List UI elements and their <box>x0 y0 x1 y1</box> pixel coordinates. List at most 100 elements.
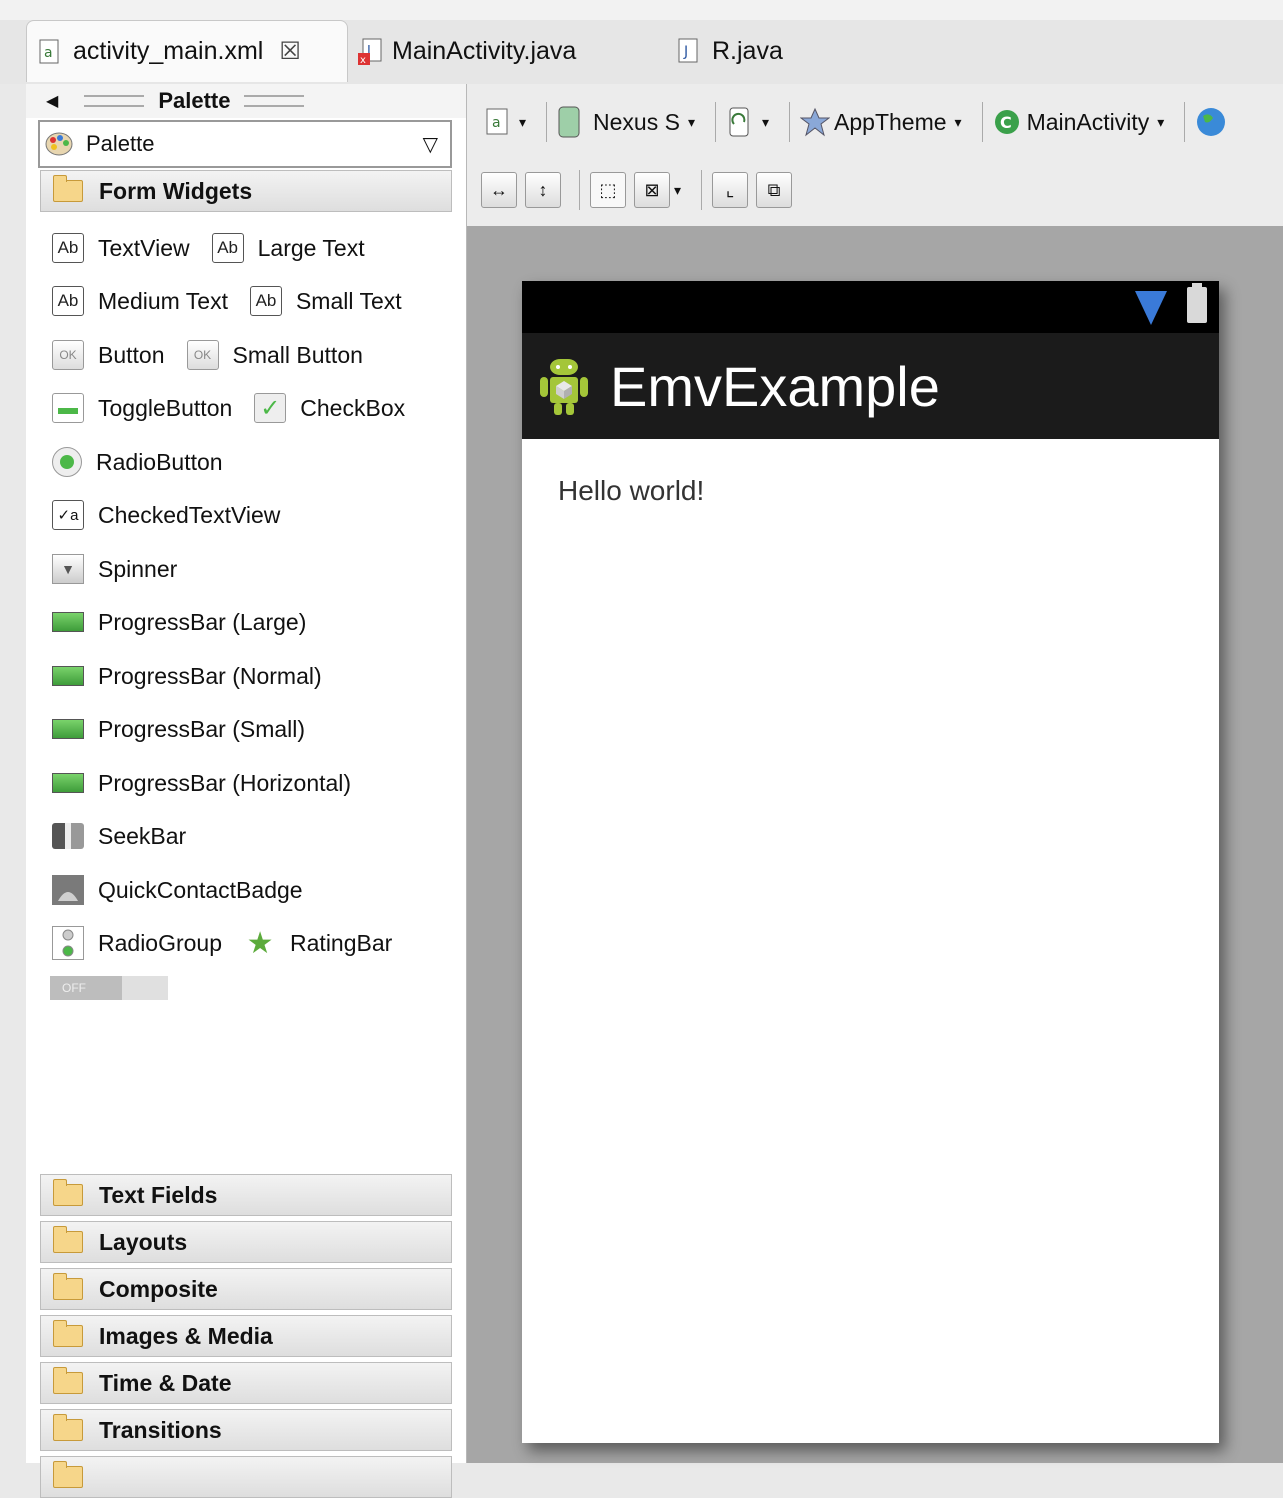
widget-medium-text[interactable]: Ab Medium Text <box>52 286 228 316</box>
locale-dropdown[interactable] <box>1195 106 1227 138</box>
widget-large-text[interactable]: Ab Large Text <box>211 233 365 263</box>
dropdown-arrow-icon: ▾ <box>687 113 695 130</box>
widget-progressbar-large[interactable]: ProgressBar (Large) <box>52 607 306 637</box>
palette-icon <box>45 132 73 156</box>
widget-checkbox[interactable]: ✓ CheckBox <box>254 393 405 423</box>
widget-label: RadioButton <box>96 448 223 475</box>
checkbox-icon: ✓ <box>254 393 287 423</box>
star-icon: ★ <box>246 926 274 960</box>
activity-label: MainActivity <box>1026 108 1150 135</box>
drag-grip-icon[interactable] <box>244 95 305 107</box>
close-tab-icon[interactable]: ☒ <box>279 37 301 66</box>
hello-textview[interactable]: Hello world! <box>558 475 704 507</box>
toolbar-separator <box>579 170 580 210</box>
theme-dropdown[interactable]: AppTheme ▾ <box>800 107 962 137</box>
category-label: Form Widgets <box>99 177 253 204</box>
widget-checkedtextview[interactable]: ✓a CheckedTextView <box>52 500 280 530</box>
widget-label: QuickContactBadge <box>98 876 303 903</box>
svg-text:J: J <box>683 44 688 60</box>
globe-icon <box>1197 108 1226 136</box>
android-status-bar <box>522 281 1219 333</box>
widget-row: Ab Medium Text Ab Small Text <box>52 281 424 321</box>
config-chooser-button[interactable]: a ▾ <box>485 107 526 137</box>
folder-icon <box>53 1367 83 1394</box>
progressbar-icon <box>52 607 84 637</box>
text-ab-icon: Ab <box>211 233 244 263</box>
tab-mainactivity-java[interactable]: Jx MainActivity.java <box>358 20 576 82</box>
collapse-left-icon[interactable]: ◀ <box>46 91 58 111</box>
palette-header: ◀ Palette <box>26 84 466 118</box>
widget-row: Ab TextView Ab Large Text <box>52 228 387 268</box>
category-form-widgets[interactable]: Form Widgets <box>40 170 452 212</box>
toolbar-separator <box>1184 102 1186 142</box>
orientation-dropdown[interactable]: ▾ <box>726 106 769 138</box>
tab-r-java[interactable]: J R.java <box>678 20 783 82</box>
java-file-icon: J <box>678 38 700 64</box>
dropdown-arrow-icon[interactable]: ▾ <box>674 182 681 199</box>
device-dropdown[interactable]: Nexus S ▾ <box>557 106 695 138</box>
widget-togglebutton[interactable]: ToggleButton <box>52 393 232 423</box>
editor-tab-bar: a activity_main.xml ☒ Jx MainActivity.ja… <box>0 0 1283 84</box>
widget-seekbar[interactable]: SeekBar <box>52 821 186 851</box>
toolbar-separator <box>701 170 703 210</box>
widget-radiogroup[interactable]: RadioGroup <box>52 926 222 960</box>
text-ab-icon: Ab <box>249 286 282 316</box>
svg-text:a: a <box>492 115 501 131</box>
widget-row: ProgressBar (Horizontal) <box>52 763 373 803</box>
progressbar-icon <box>52 661 84 691</box>
widget-progressbar-normal[interactable]: ProgressBar (Normal) <box>52 661 322 691</box>
widget-label: Small Button <box>232 341 363 368</box>
category-images-media[interactable]: Images & Media <box>40 1315 452 1357</box>
dropdown-arrow-icon: ▾ <box>762 113 770 130</box>
tab-label: R.java <box>712 36 783 65</box>
widget-switch[interactable]: OFF <box>50 976 168 1000</box>
widget-spinner[interactable]: ▼ Spinner <box>52 554 177 584</box>
chevron-down-icon: ▽ <box>422 134 438 156</box>
device-label: Nexus S <box>593 108 680 135</box>
distribute-weights-button[interactable]: ⧉ <box>756 172 793 208</box>
align-baseline-button[interactable]: ⌞ <box>712 172 749 208</box>
svg-text:C: C <box>1000 113 1012 132</box>
gravity-button[interactable]: ⊠ <box>634 172 670 208</box>
widget-quickcontactbadge[interactable]: QuickContactBadge <box>52 875 303 905</box>
fill-width-button[interactable]: ↔ <box>481 172 517 208</box>
widget-label: RatingBar <box>290 929 393 956</box>
category-more[interactable] <box>40 1456 452 1498</box>
spinner-icon: ▼ <box>52 554 84 584</box>
widget-radiobutton[interactable]: RadioButton <box>52 447 223 477</box>
drag-grip-icon[interactable] <box>84 95 145 107</box>
widget-label: Spinner <box>98 555 178 582</box>
widget-small-text[interactable]: Ab Small Text <box>249 286 402 316</box>
phone-device-icon <box>558 106 580 138</box>
tab-activity-main-xml[interactable]: a activity_main.xml ☒ <box>26 20 348 82</box>
activity-dropdown[interactable]: C MainActivity ▾ <box>993 108 1165 136</box>
widget-ratingbar[interactable]: ★ RatingBar <box>244 926 393 960</box>
category-transitions[interactable]: Transitions <box>40 1409 452 1451</box>
category-text-fields[interactable]: Text Fields <box>40 1174 452 1216</box>
toolbar-separator <box>715 102 716 142</box>
dropdown-arrow-icon: ▾ <box>519 113 527 130</box>
device-preview[interactable]: EmvExample Hello world! <box>522 281 1219 1443</box>
category-time-date[interactable]: Time & Date <box>40 1362 452 1404</box>
fill-height-button[interactable]: ↕ <box>525 172 561 208</box>
dropdown-arrow-icon: ▾ <box>1157 113 1165 130</box>
widget-progressbar-horizontal[interactable]: ProgressBar (Horizontal) <box>52 768 351 798</box>
widget-row: ▼ Spinner <box>52 549 199 589</box>
layout-canvas[interactable]: EmvExample Hello world! <box>467 226 1283 1463</box>
category-composite[interactable]: Composite <box>40 1268 452 1310</box>
widget-button[interactable]: OK Button <box>52 340 165 370</box>
margins-button[interactable]: ⬚ <box>590 172 626 208</box>
svg-text:a: a <box>44 45 53 61</box>
palette-mode-dropdown[interactable]: Palette ▽ <box>38 120 452 168</box>
category-label: Text Fields <box>99 1181 218 1208</box>
button-ok-icon: OK <box>52 340 84 370</box>
widget-progressbar-small[interactable]: ProgressBar (Small) <box>52 714 305 744</box>
category-label: Layouts <box>99 1228 188 1255</box>
category-layouts[interactable]: Layouts <box>40 1221 452 1263</box>
widget-label: ProgressBar (Horizontal) <box>98 769 352 796</box>
app-title: EmvExample <box>610 354 940 418</box>
widget-small-button[interactable]: OK Small Button <box>186 340 363 370</box>
tab-label: MainActivity.java <box>392 36 577 65</box>
widget-textview[interactable]: Ab TextView <box>52 233 190 263</box>
widget-row: RadioGroup ★ RatingBar <box>52 923 414 963</box>
